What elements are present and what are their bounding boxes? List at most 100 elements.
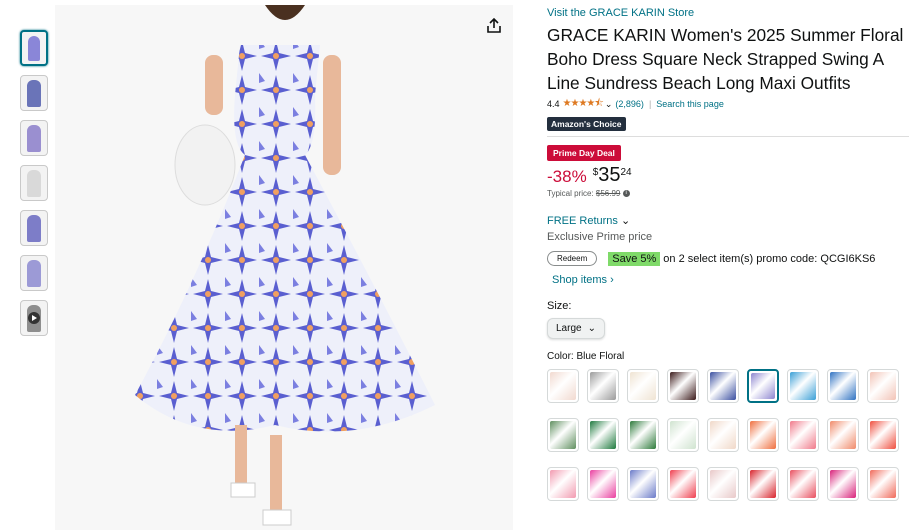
color-swatch[interactable] — [747, 418, 779, 452]
star-rating-icon[interactable]: ★★★★⯪ — [563, 96, 604, 113]
save-percent-badge: Save 5% — [608, 251, 661, 266]
shop-items-link[interactable]: Shop items › — [552, 274, 917, 286]
color-swatch[interactable] — [667, 467, 699, 501]
swatch-pattern — [870, 470, 896, 498]
swatch-pattern — [870, 421, 896, 449]
amazons-choice-badge: Amazon's Choice — [547, 117, 626, 131]
search-page-link[interactable]: Search this page — [656, 99, 724, 109]
thumbnail-image — [28, 36, 40, 61]
swatch-pattern — [870, 372, 896, 400]
info-icon[interactable]: i — [622, 190, 630, 198]
color-swatch[interactable] — [707, 369, 739, 403]
chevron-down-icon[interactable]: ⌄ — [605, 99, 613, 110]
color-swatch[interactable] — [707, 418, 739, 452]
color-swatch[interactable] — [827, 418, 859, 452]
color-swatch[interactable] — [627, 418, 659, 452]
color-swatch[interactable] — [827, 467, 859, 501]
color-swatch[interactable] — [587, 369, 619, 403]
swatch-pattern — [670, 372, 696, 400]
color-swatch[interactable] — [707, 467, 739, 501]
color-swatch[interactable] — [547, 467, 579, 501]
image-thumbnail[interactable] — [20, 75, 48, 111]
price-row: -38% $ 35 24 — [547, 164, 917, 187]
color-swatch[interactable] — [587, 418, 619, 452]
swatch-pattern — [830, 421, 856, 449]
swatch-pattern — [750, 421, 776, 449]
promo-text: on 2 select item(s) promo code: QCGI6KS6 — [663, 252, 876, 265]
exclusive-prime-price: Exclusive Prime price — [547, 231, 653, 243]
color-swatch[interactable] — [547, 369, 579, 403]
divider: | — [648, 99, 652, 109]
color-swatch[interactable] — [747, 369, 779, 403]
thumbnail-image — [27, 170, 41, 197]
swatch-pattern — [750, 470, 776, 498]
chevron-down-icon: ⌄ — [620, 215, 631, 227]
thumbnail-image — [27, 260, 41, 287]
prime-day-deal-badge: Prime Day Deal — [547, 145, 621, 161]
color-swatch[interactable] — [627, 369, 659, 403]
color-swatch-grid — [547, 369, 917, 501]
free-returns-label: FREE Returns — [547, 215, 618, 227]
color-swatch[interactable] — [627, 467, 659, 501]
typical-price: Typical price: $56.99 i — [547, 189, 917, 198]
swatch-pattern — [790, 421, 816, 449]
color-swatch[interactable] — [827, 369, 859, 403]
swatch-pattern — [670, 421, 696, 449]
swatch-pattern — [630, 421, 656, 449]
review-count-link[interactable]: (2,896) — [615, 99, 644, 109]
color-swatch[interactable] — [867, 418, 899, 452]
rating-row: 4.4 ★★★★⯪ ⌄ (2,896) | Search this page — [547, 97, 917, 111]
color-swatch[interactable] — [867, 369, 899, 403]
share-icon[interactable] — [485, 17, 503, 35]
main-product-image[interactable] — [55, 5, 513, 530]
typical-price-value: $56.99 — [595, 189, 621, 198]
color-swatch[interactable] — [867, 467, 899, 501]
product-title: GRACE KARIN Women's 2025 Summer Floral B… — [547, 25, 904, 93]
swatch-pattern — [630, 470, 656, 498]
swatch-pattern — [670, 470, 696, 498]
color-swatch[interactable] — [787, 369, 819, 403]
swatch-pattern — [830, 372, 856, 400]
swatch-pattern — [550, 470, 576, 498]
color-swatch[interactable] — [667, 369, 699, 403]
swatch-pattern — [790, 470, 816, 498]
color-swatch[interactable] — [667, 418, 699, 452]
typical-price-label: Typical price: — [547, 189, 596, 198]
price-whole: 35 — [598, 164, 621, 186]
swatch-pattern — [590, 470, 616, 498]
rating-value: 4.4 — [547, 99, 560, 109]
price-fraction: 24 — [620, 167, 632, 178]
color-swatch[interactable] — [587, 467, 619, 501]
product-info: Visit the GRACE KARIN Store GRACE KARIN … — [547, 0, 917, 501]
swatch-pattern — [710, 421, 736, 449]
color-label-text: Color: — [547, 351, 577, 362]
chevron-down-icon: ⌄ — [587, 323, 596, 334]
swatch-pattern — [751, 373, 775, 399]
image-thumbnail[interactable] — [20, 300, 48, 336]
swatch-pattern — [710, 372, 736, 400]
store-link[interactable]: Visit the GRACE KARIN Store — [547, 7, 917, 19]
color-swatch[interactable] — [787, 418, 819, 452]
image-thumbnail[interactable] — [20, 30, 48, 66]
redeem-button[interactable]: Redeem — [547, 251, 598, 266]
color-swatch[interactable] — [547, 418, 579, 452]
thumbnail-image — [27, 215, 41, 242]
swatch-pattern — [590, 421, 616, 449]
swatch-pattern — [830, 470, 856, 498]
dress-illustration — [55, 5, 513, 530]
color-label: Color: Blue Floral — [547, 351, 917, 362]
swatch-pattern — [550, 421, 576, 449]
free-returns-link[interactable]: FREE Returns ⌄ — [547, 214, 917, 227]
color-swatch[interactable] — [787, 467, 819, 501]
color-swatch[interactable] — [747, 467, 779, 501]
size-dropdown[interactable]: Large ⌄ — [547, 318, 605, 339]
swatch-pattern — [790, 372, 816, 400]
play-icon — [28, 312, 40, 324]
thumbnail-image — [27, 125, 41, 152]
thumbnail-image — [27, 80, 41, 107]
image-thumbnail[interactable] — [20, 120, 48, 156]
image-thumbnail[interactable] — [20, 165, 48, 201]
image-thumbnail[interactable] — [20, 255, 48, 291]
discount-percent: -38% — [547, 167, 587, 186]
image-thumbnail[interactable] — [20, 210, 48, 246]
